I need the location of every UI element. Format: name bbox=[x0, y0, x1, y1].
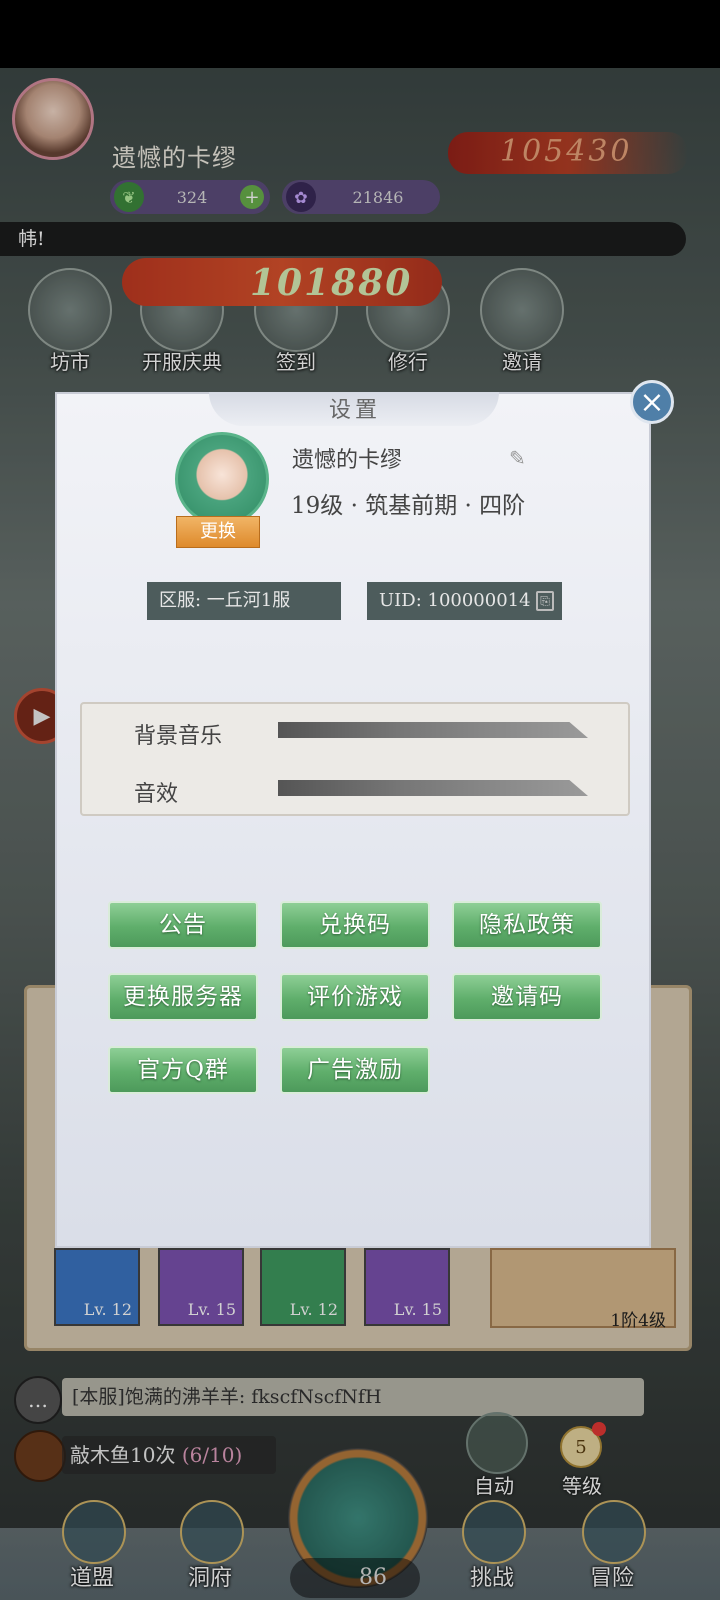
announcement-button[interactable]: 公告 bbox=[108, 901, 258, 949]
ad-reward-button[interactable]: 广告激励 bbox=[280, 1046, 430, 1094]
bgm-label: 背景音乐 bbox=[134, 724, 223, 749]
privacy-policy-button[interactable]: 隐私政策 bbox=[452, 901, 602, 949]
sfx-label: 音效 bbox=[134, 782, 179, 807]
change-avatar-button[interactable]: 更换 bbox=[176, 516, 260, 548]
dialog-title: 设置 bbox=[328, 398, 381, 423]
server-chip: 区服: 一丘河1服 bbox=[147, 582, 341, 620]
edit-name-icon[interactable]: ✎ bbox=[509, 446, 531, 470]
invite-code-button[interactable]: 邀请码 bbox=[452, 973, 602, 1021]
profile-name: 遗憾的卡缪 bbox=[292, 448, 403, 473]
redeem-code-button[interactable]: 兑换码 bbox=[280, 901, 430, 949]
copy-icon[interactable]: ⎘ bbox=[536, 591, 554, 611]
profile-avatar bbox=[175, 432, 269, 526]
sfx-slider[interactable] bbox=[278, 780, 588, 796]
uid-text: UID: 100000014 bbox=[379, 590, 531, 611]
uid-chip: UID: 100000014 ⎘ bbox=[367, 582, 562, 620]
change-server-button[interactable]: 更换服务器 bbox=[108, 973, 258, 1021]
bgm-slider[interactable] bbox=[278, 722, 588, 738]
audio-settings: 背景音乐 音效 bbox=[80, 702, 630, 816]
rate-game-button[interactable]: 评价游戏 bbox=[280, 973, 430, 1021]
profile-level: 19级 · 筑基前期 · 四阶 bbox=[291, 493, 526, 519]
close-icon[interactable]: × bbox=[630, 380, 674, 424]
qq-group-button[interactable]: 官方Q群 bbox=[108, 1046, 258, 1094]
server-text: 区服: 一丘河1服 bbox=[159, 590, 291, 611]
settings-dialog: 设置 更换 遗憾的卡缪 ✎ 19级 · 筑基前期 · 四阶 区服: 一丘河1服 … bbox=[55, 392, 651, 1248]
